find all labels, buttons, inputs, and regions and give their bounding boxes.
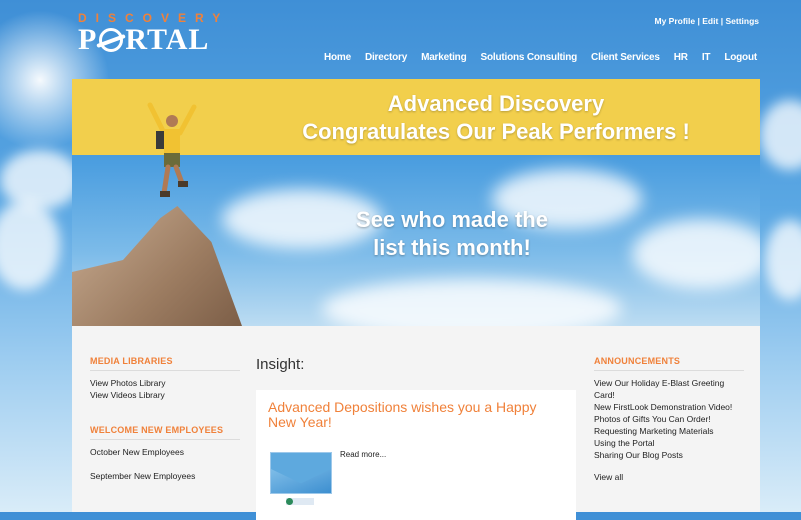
- rock-peak: [72, 206, 242, 326]
- nav-solutions-consulting[interactable]: Solutions Consulting: [481, 52, 578, 63]
- greeting-card-thumbnail[interactable]: [270, 452, 332, 494]
- my-profile-link[interactable]: My Profile: [655, 16, 696, 26]
- banner-cloud: [322, 279, 622, 326]
- main-nav: Home Directory Marketing Solutions Consu…: [324, 52, 757, 63]
- announcement-item[interactable]: Sharing Our Blog Posts: [594, 449, 744, 461]
- announcement-item[interactable]: Using the Portal: [594, 437, 744, 449]
- cloud: [765, 220, 801, 300]
- insight-title: Insight:: [256, 356, 305, 373]
- logo-letters: RTAL: [125, 23, 210, 56]
- nav-home[interactable]: Home: [324, 52, 351, 63]
- banner-cloud: [632, 219, 760, 289]
- nav-client-services[interactable]: Client Services: [591, 52, 660, 63]
- settings-link[interactable]: Settings: [725, 16, 759, 26]
- insight-column: Insight: Advanced Depositions wishes you…: [256, 356, 576, 520]
- globe-icon: [99, 28, 124, 52]
- announcement-item[interactable]: New FirstLook Demonstration Video!: [594, 401, 744, 413]
- util-separator: |: [720, 16, 724, 26]
- announcement-item[interactable]: Requesting Marketing Materials: [594, 425, 744, 437]
- hero-banner[interactable]: Advanced Discovery Congratulates Our Pea…: [72, 79, 760, 326]
- view-videos-link[interactable]: View Videos Library: [90, 389, 240, 401]
- nav-directory[interactable]: Directory: [365, 52, 407, 63]
- announcement-item[interactable]: View Our Holiday E-Blast Greeting Card!: [594, 377, 744, 401]
- banner-cta-line2: list this month!: [373, 235, 531, 260]
- cloud: [0, 200, 60, 290]
- banner-heading: Advanced Discovery: [387, 91, 605, 116]
- logo-wordmark: P RTAL: [78, 24, 229, 56]
- banner-subheading: Congratulates Our Peak Performers !: [302, 119, 690, 144]
- nav-logout[interactable]: Logout: [724, 52, 757, 63]
- nav-marketing[interactable]: Marketing: [421, 52, 467, 63]
- october-employees-link[interactable]: October New Employees: [90, 446, 240, 458]
- content-area: MEDIA LIBRARIES View Photos Library View…: [72, 326, 760, 520]
- brand-logo-icon: [286, 498, 314, 505]
- climber-figure: [147, 102, 197, 197]
- logo-letter: P: [78, 23, 98, 56]
- nav-it[interactable]: IT: [702, 52, 711, 63]
- banner-cta-line1: See who made the: [356, 207, 548, 232]
- nav-hr[interactable]: HR: [674, 52, 688, 63]
- welcome-employees-title: WELCOME NEW EMPLOYEES: [90, 425, 240, 440]
- right-column: ANNOUNCEMENTS View Our Holiday E-Blast G…: [594, 356, 744, 483]
- september-employees-link[interactable]: September New Employees: [90, 470, 240, 482]
- media-libraries-title: MEDIA LIBRARIES: [90, 356, 240, 371]
- insight-card: Advanced Depositions wishes you a Happy …: [256, 390, 576, 520]
- announcements-title: ANNOUNCEMENTS: [594, 356, 744, 371]
- read-more-link[interactable]: Read more...: [340, 450, 386, 459]
- view-all-link[interactable]: View all: [594, 471, 744, 483]
- util-separator: |: [697, 16, 700, 26]
- announcement-item[interactable]: Photos of Gifts You Can Order!: [594, 413, 744, 425]
- left-column: MEDIA LIBRARIES View Photos Library View…: [90, 356, 240, 482]
- cloud: [760, 100, 801, 170]
- insight-headline[interactable]: Advanced Depositions wishes you a Happy …: [268, 400, 558, 430]
- cloud: [0, 150, 80, 210]
- view-photos-link[interactable]: View Photos Library: [90, 377, 240, 389]
- envelope-icon: [271, 469, 331, 493]
- site-logo[interactable]: DISCOVERY P RTAL: [78, 12, 229, 56]
- edit-link[interactable]: Edit: [702, 16, 718, 26]
- utility-links: My Profile | Edit | Settings: [655, 16, 760, 26]
